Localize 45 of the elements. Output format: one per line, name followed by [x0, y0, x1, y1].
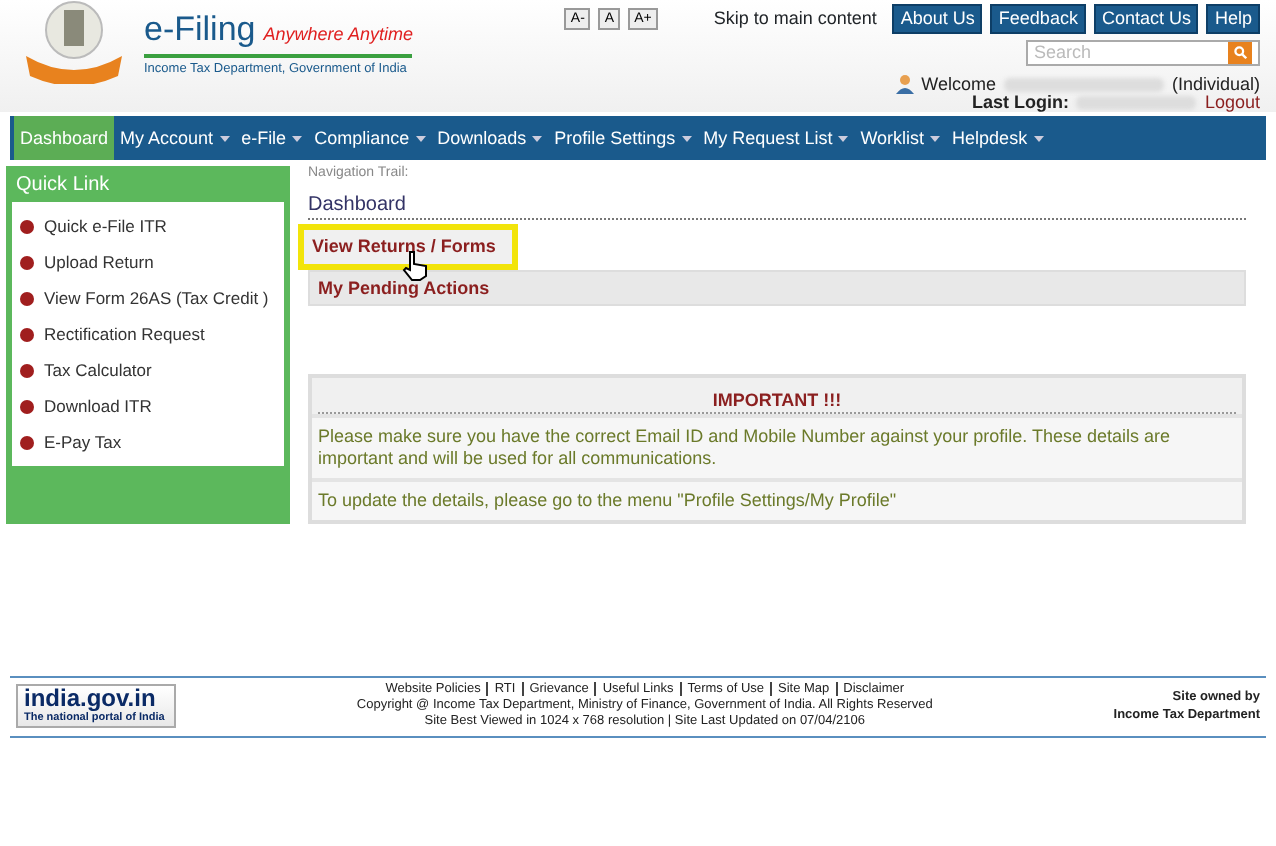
search-icon[interactable]: [1228, 42, 1252, 64]
bullet-icon: [20, 327, 34, 341]
quick-link[interactable]: Rectification Request: [12, 316, 284, 352]
skip-link[interactable]: Skip to main content: [713, 10, 877, 28]
user-type: (Individual): [1171, 75, 1260, 93]
bullet-icon: [20, 219, 34, 233]
notice-text: Please make sure you have the correct Email ID and Mobile Number against your profile. These details are important and will be used for all communications.: [312, 414, 1242, 478]
logout-link[interactable]: Logout: [1204, 94, 1260, 112]
quick-link[interactable]: Upload Return: [12, 244, 284, 280]
page-title: Dashboard: [308, 194, 1246, 221]
bullet-icon: [20, 399, 34, 413]
quick-link[interactable]: Tax Calculator: [12, 352, 284, 388]
quick-link[interactable]: Download ITR: [12, 388, 284, 424]
panel-title: Quick Link: [14, 172, 112, 200]
redacted-date: [1076, 96, 1197, 110]
last-login-label: Last Login:: [971, 94, 1069, 112]
menu-tab[interactable]: e-File: [235, 116, 309, 160]
top-nav-button[interactable]: Help: [1206, 4, 1260, 34]
menu-tab[interactable]: Compliance: [308, 116, 432, 160]
menu-tab[interactable]: Downloads: [431, 116, 549, 160]
menu-tab[interactable]: Helpdesk: [946, 116, 1050, 160]
emblem-logo-icon: [20, 0, 128, 84]
bullet-icon: [20, 435, 34, 449]
top-nav-button[interactable]: Contact Us: [1093, 4, 1199, 34]
site-title: e-Filing: [144, 8, 256, 52]
site-tagline: Anywhere Anytime: [263, 24, 413, 46]
bullet-icon: [20, 255, 34, 269]
notice-text: To update the details, please go to the menu "Profile Settings/My Profile": [312, 477, 1242, 520]
top-nav-button[interactable]: About Us: [892, 4, 983, 34]
top-nav-button[interactable]: Feedback: [990, 4, 1086, 34]
menu-tab[interactable]: My Account: [114, 116, 236, 160]
quick-link[interactable]: View Form 26AS (Tax Credit ): [12, 280, 284, 316]
welcome-text: Welcome: [921, 75, 996, 93]
user-icon: [895, 74, 914, 94]
bullet-icon: [20, 363, 34, 377]
portal-name: india.gov.in: [24, 686, 156, 713]
hand-cursor-icon: [402, 250, 430, 283]
menu-tab[interactable]: Worklist: [854, 116, 947, 160]
quick-link[interactable]: E-Pay Tax: [12, 424, 284, 460]
section-header[interactable]: My Pending Actions: [308, 270, 1246, 307]
menu-tab[interactable]: My Request List: [697, 116, 855, 160]
quick-link[interactable]: Quick e-File ITR: [12, 208, 284, 244]
bullet-icon: [20, 291, 34, 305]
menu-tab[interactable]: Profile Settings: [548, 116, 698, 160]
section-header[interactable]: View Returns / Forms: [298, 224, 518, 271]
